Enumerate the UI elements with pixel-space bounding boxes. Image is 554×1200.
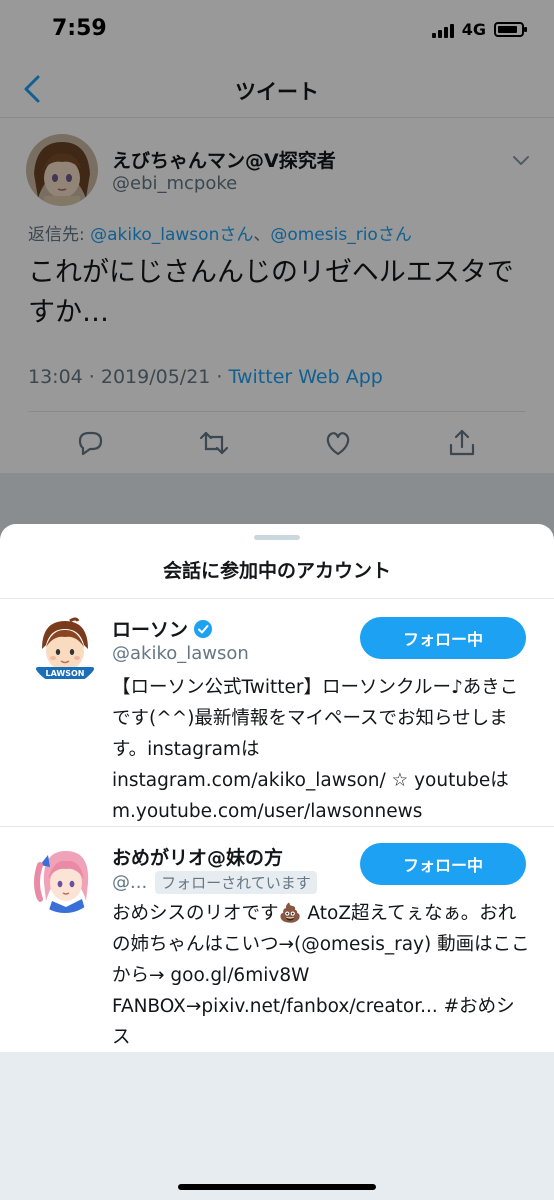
account-handle: @akiko_lawson: [112, 643, 249, 664]
account-item[interactable]: おめがリオ@妹の方 @... フォローされています フォロー中 おめシスのリオで…: [0, 827, 554, 1052]
account-handle: @...: [112, 872, 148, 893]
participants-sheet: 会話に参加中のアカウント LAWSON ローソン @akiko_lawson フ…: [0, 524, 554, 1200]
account-bio: おめシスのリオです💩 AtoZ超えてぇなぁ。おれの姉ちゃんはこいつ→(@omes…: [112, 903, 530, 1048]
account-name: ローソン: [112, 615, 213, 642]
following-button[interactable]: フォロー中: [360, 617, 526, 659]
avatar[interactable]: [30, 843, 100, 913]
following-button[interactable]: フォロー中: [360, 843, 526, 885]
account-name: おめがリオ@妹の方: [112, 843, 283, 870]
account-display-name: おめがリオ@妹の方: [112, 847, 284, 869]
sheet-grabber[interactable]: [254, 535, 300, 540]
account-bio: 【ローソン公式Twitter】ローソンクルー♪あきこです(^^)最新情報をマイペ…: [112, 677, 519, 822]
home-indicator[interactable]: [178, 1184, 376, 1190]
account-handle-row: @... フォローされています: [112, 871, 317, 894]
account-handle-row: @akiko_lawson: [112, 643, 249, 664]
verified-badge-icon: [194, 619, 213, 638]
account-item[interactable]: LAWSON ローソン @akiko_lawson フォロー中 【ローソン公式T…: [0, 599, 554, 827]
svg-text:LAWSON: LAWSON: [45, 669, 84, 678]
sheet-title: 会話に参加中のアカウント: [162, 560, 391, 582]
account-display-name: ローソン: [112, 619, 189, 641]
avatar[interactable]: LAWSON: [30, 615, 100, 685]
follows-you-badge: フォローされています: [155, 871, 317, 894]
sheet-footer: [0, 1052, 554, 1200]
